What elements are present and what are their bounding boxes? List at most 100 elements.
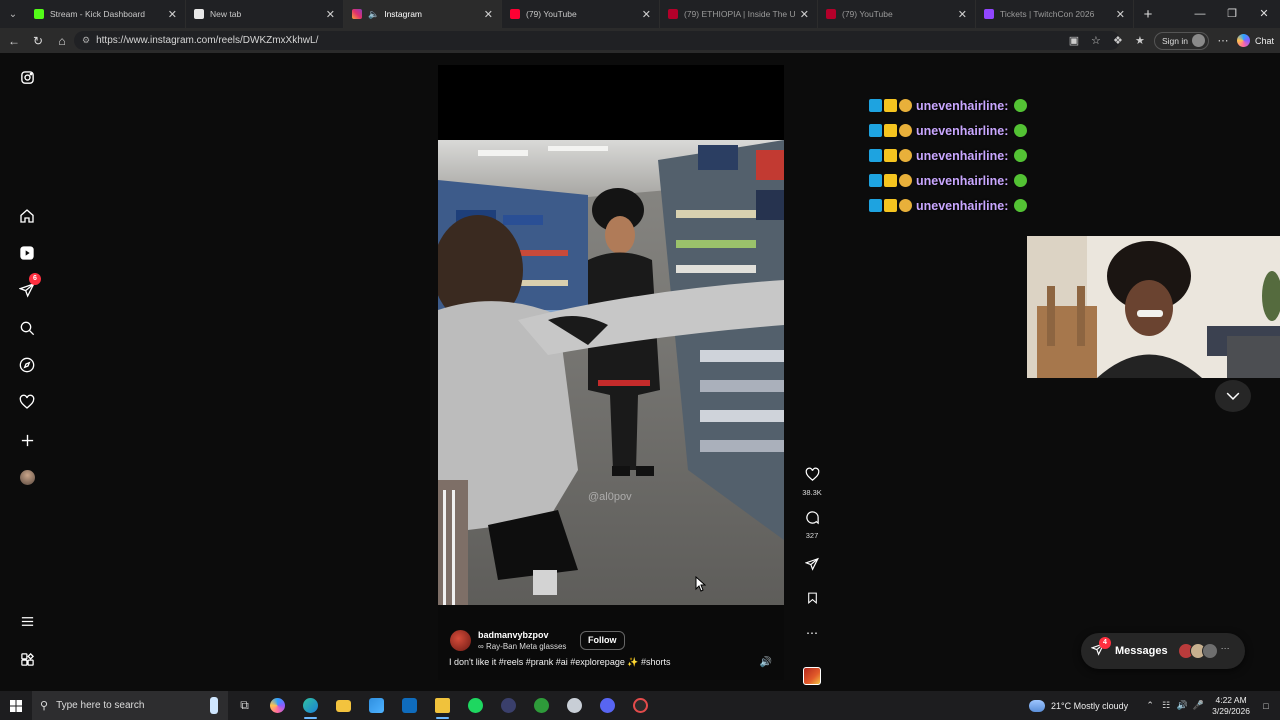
taskbar-search[interactable]: ⚲ Type here to search <box>32 691 228 720</box>
steam-app[interactable] <box>558 691 591 720</box>
discord-app[interactable] <box>591 691 624 720</box>
back-button[interactable]: ← <box>2 34 26 48</box>
clock[interactable]: 4:22 AM 3/29/2026 <box>1212 695 1250 717</box>
like-heart-icon <box>805 467 819 481</box>
tab-instagram[interactable]: 🔈 Instagram ✕ <box>344 0 502 28</box>
tab-youtube-ethiopia[interactable]: (79) ETHIOPIA | Inside The Unseen ✕ <box>660 0 818 28</box>
site-info-icon[interactable]: ⚙ <box>82 35 90 46</box>
mouse-cursor-icon <box>695 576 706 592</box>
address-bar[interactable]: ⚙ https://www.instagram.com/reels/DWKZmx… <box>74 31 1120 50</box>
more-options-icon[interactable]: ⋯ <box>1215 34 1231 47</box>
restore-icon[interactable]: ❐ <box>1216 0 1248 28</box>
emoji-badge-icon <box>899 199 912 212</box>
explore-icon[interactable] <box>16 354 38 376</box>
sign-in-label: Sign in <box>1161 35 1188 46</box>
more-contacts-icon: ⋯ <box>1220 643 1230 653</box>
toolbar-right: ▣ ☆ ❖ ★ Sign in ⋯ Chat <box>1066 31 1280 50</box>
profile-avatar-icon <box>1191 34 1205 47</box>
owner-username-link[interactable]: badmanvybzpov <box>478 630 549 640</box>
clock-date: 3/29/2026 <box>1212 705 1250 716</box>
home-icon[interactable] <box>16 205 38 227</box>
tab-label: New tab <box>210 9 242 19</box>
tab-youtube[interactable]: (79) YouTube ✕ <box>502 0 660 28</box>
follow-button[interactable]: Follow <box>580 631 625 650</box>
tab-actions-menu[interactable]: ⌄ <box>0 0 26 28</box>
stream-chat-overlay: unevenhairline: unevenhairline: unevenha… <box>869 93 1028 218</box>
copilot-chat-button[interactable]: Chat <box>1236 34 1274 47</box>
more-menu-icon[interactable] <box>16 610 38 632</box>
store-app[interactable] <box>360 691 393 720</box>
save-button[interactable] <box>797 591 827 610</box>
chat-message: unevenhairline: <box>869 118 1028 143</box>
volume-icon[interactable]: 🔊 <box>1174 700 1190 711</box>
file-explorer-app[interactable] <box>327 691 360 720</box>
minimize-icon[interactable]: — <box>1184 0 1216 28</box>
comment-button[interactable]: 327 <box>797 510 827 540</box>
create-plus-icon[interactable] <box>16 429 38 451</box>
microphone-icon[interactable]: 🎤 <box>1190 700 1206 711</box>
reload-button[interactable]: ↻ <box>26 34 50 48</box>
discord-icon <box>600 698 615 713</box>
contact-avatar <box>1201 643 1218 659</box>
profile-avatar-icon[interactable] <box>16 466 38 488</box>
messages-pill[interactable]: 4 Messages ⋯ <box>1081 633 1245 669</box>
weather-widget[interactable]: 21°C Mostly cloudy <box>1029 699 1128 712</box>
chat-message: unevenhairline: <box>869 168 1028 193</box>
tab-kick-dashboard[interactable]: Stream - Kick Dashboard ✕ <box>26 0 186 28</box>
owner-avatar[interactable] <box>450 630 471 651</box>
favorites-icon[interactable]: ★ <box>1132 34 1148 47</box>
more-options-button[interactable]: ⋯ <box>797 626 827 640</box>
instagram-page: 6 @al0pov badmanvybzpov ∞ Ray-Ban Meta g… <box>0 53 1280 691</box>
close-tab-icon[interactable]: ✕ <box>168 8 177 21</box>
spotify-app[interactable] <box>459 691 492 720</box>
show-hidden-icons-icon[interactable]: ⌃ <box>1142 700 1158 711</box>
chat-message: unevenhairline: <box>869 93 1028 118</box>
new-tab-button[interactable]: + <box>1134 6 1162 23</box>
close-tab-icon[interactable]: ✕ <box>800 8 809 21</box>
favorite-star-icon[interactable]: ☆ <box>1088 34 1104 47</box>
sign-in-button[interactable]: Sign in <box>1153 31 1209 50</box>
task-view-button[interactable]: ⧉ <box>228 691 261 720</box>
search-icon[interactable] <box>16 317 38 339</box>
close-tab-icon[interactable]: ✕ <box>1116 8 1125 21</box>
close-tab-icon[interactable]: ✕ <box>326 8 335 21</box>
reels-icon[interactable] <box>16 242 38 264</box>
original-audio-thumbnail[interactable] <box>803 667 821 685</box>
notification-center-icon[interactable]: □ <box>1258 701 1274 711</box>
xbox-app[interactable] <box>525 691 558 720</box>
app-available-icon[interactable]: ▣ <box>1066 34 1082 47</box>
obs-app[interactable] <box>624 691 657 720</box>
edge-app[interactable] <box>294 691 327 720</box>
also-from-meta-icon[interactable] <box>16 648 38 670</box>
mute-toggle-icon[interactable]: 🔊 <box>760 657 772 668</box>
speaker-icon[interactable]: 🔈 <box>368 9 379 20</box>
direct-messages-icon[interactable]: 6 <box>16 273 41 301</box>
tab-youtube-2[interactable]: (79) YouTube ✕ <box>818 0 976 28</box>
windows-taskbar: ⚲ Type here to search ⧉ 21°C Mostly clou… <box>0 691 1280 720</box>
share-button[interactable] <box>797 557 827 576</box>
close-tab-icon[interactable]: ✕ <box>484 8 493 21</box>
outlook-app[interactable] <box>393 691 426 720</box>
tab-new-tab[interactable]: New tab ✕ <box>186 0 344 28</box>
task-view-icon: ⧉ <box>240 698 249 712</box>
reel-video[interactable]: @al0pov <box>438 140 784 605</box>
instagram-logo-icon[interactable] <box>16 66 38 88</box>
extensions-icon[interactable]: ❖ <box>1110 34 1126 47</box>
scroll-next-button[interactable] <box>1215 380 1251 412</box>
close-window-icon[interactable]: ✕ <box>1248 0 1280 28</box>
home-button[interactable]: ⌂ <box>50 34 74 48</box>
close-tab-icon[interactable]: ✕ <box>642 8 651 21</box>
notepad-app[interactable] <box>426 691 459 720</box>
crown-badge-icon <box>884 99 897 112</box>
like-button[interactable]: 38.3K <box>797 467 827 497</box>
notifications-heart-icon[interactable] <box>16 391 38 413</box>
reel-player[interactable]: @al0pov badmanvybzpov ∞ Ray-Ban Meta gla… <box>438 65 784 680</box>
comment-icon <box>805 511 819 525</box>
network-icon[interactable]: ☷ <box>1158 700 1174 711</box>
media-app[interactable] <box>492 691 525 720</box>
tab-label: (79) YouTube <box>842 9 893 19</box>
close-tab-icon[interactable]: ✕ <box>958 8 967 21</box>
copilot-app[interactable] <box>261 691 294 720</box>
start-button[interactable] <box>0 691 32 720</box>
tab-twitchcon[interactable]: Tickets | TwitchCon 2026 ✕ <box>976 0 1134 28</box>
